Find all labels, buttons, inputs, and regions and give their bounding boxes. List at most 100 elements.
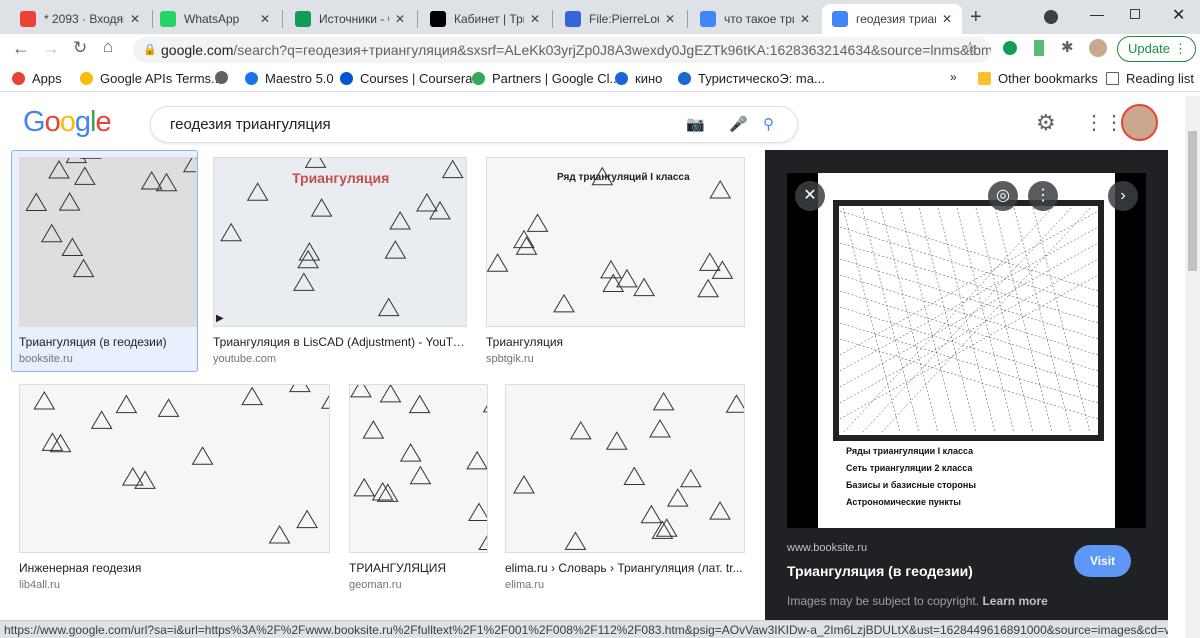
avatar[interactable] <box>1089 39 1107 57</box>
search-input[interactable]: геодезия триангуляция 📷 🎤 ⚲ <box>150 106 798 143</box>
tab[interactable]: Кабинет | Триангуляция✕ <box>420 4 550 34</box>
result-caption[interactable]: elima.ru › Словарь › Триангуляция (лат. … <box>505 561 745 575</box>
close-tab-icon[interactable]: ✕ <box>665 12 675 26</box>
bookmark[interactable]: Partners | Google Cl... <box>472 71 620 86</box>
bookmark[interactable]: кино <box>615 71 662 86</box>
result-thumbnail[interactable] <box>349 384 488 553</box>
new-tab-button[interactable]: + <box>970 6 982 29</box>
legend-entry: Базисы и базисные стороны <box>846 477 1115 494</box>
close-tab-icon[interactable]: ✕ <box>530 12 540 26</box>
settings-icon[interactable]: ⚙ <box>1036 110 1056 136</box>
tab[interactable]: WhatsApp ✕ <box>150 4 280 34</box>
bookmark[interactable]: Maestro 5.0 <box>245 71 334 86</box>
preview-site[interactable]: www.booksite.ru <box>787 542 867 554</box>
bookmark-icon <box>215 71 228 84</box>
play-icon: ▶ <box>216 313 224 324</box>
image-result[interactable]: Триангуляция ▶ Триангуляция в LisCAD (Adju… <box>213 157 467 365</box>
close-tab-icon[interactable]: ✕ <box>800 12 810 26</box>
tab[interactable]: что такое триангуляция✕ <box>690 4 820 34</box>
close-tab-icon[interactable]: ✕ <box>395 12 405 26</box>
triangulation-map-image <box>818 173 1115 443</box>
close-window-button[interactable]: ✕ <box>1172 5 1185 25</box>
other-bookmarks[interactable]: Other bookmarks <box>978 71 1098 86</box>
result-source[interactable]: youtube.com <box>213 353 467 365</box>
bookmark-icon <box>340 72 353 85</box>
result-caption[interactable]: ТРИАНГУЛЯЦИЯ <box>349 561 488 575</box>
bookmark[interactable]: ТуристическоЭ: ma... <box>678 71 825 86</box>
result-thumbnail[interactable] <box>19 157 197 327</box>
learn-more-link[interactable]: Learn more <box>982 594 1047 608</box>
visit-button[interactable]: Visit <box>1074 545 1131 577</box>
result-source[interactable]: lib4all.ru <box>19 579 330 591</box>
result-thumbnail[interactable] <box>19 384 330 553</box>
extension-icon[interactable] <box>1034 40 1044 56</box>
home-icon[interactable]: ⌂ <box>103 37 113 57</box>
bookmark-icon <box>472 72 485 85</box>
more-bookmarks-button[interactable]: » <box>950 70 957 84</box>
bookmark[interactable]: Google APIs Terms... <box>80 71 222 86</box>
tab[interactable]: геодезия триангуляция✕ <box>822 4 962 34</box>
bookmark[interactable]: Courses | Coursera <box>340 71 472 86</box>
image-result[interactable]: elima.ru › Словарь › Триангуляция (лат. … <box>505 384 745 591</box>
star-icon[interactable]: ☆ <box>963 38 977 58</box>
update-button[interactable]: Update ⋮ <box>1117 36 1196 62</box>
restore-button[interactable] <box>1130 9 1140 19</box>
preview-image[interactable]: Ряды триангуляции I класса Сеть триангуля… <box>818 173 1115 528</box>
google-logo[interactable]: Google <box>23 106 111 139</box>
scrollbar[interactable] <box>1185 96 1200 638</box>
tab[interactable]: * 2093 · Входящие✕ <box>10 4 150 34</box>
result-caption[interactable]: Триангуляция <box>486 335 745 349</box>
result-caption[interactable]: Триангуляция в LisCAD (Adjustment) - You… <box>213 335 467 349</box>
image-result[interactable]: Триангуляция (в геодезии) booksite.ru <box>19 157 197 365</box>
reload-icon[interactable]: ↻ <box>73 38 87 58</box>
close-tab-icon[interactable]: ✕ <box>260 12 270 26</box>
mic-icon[interactable]: 🎤 <box>729 107 748 142</box>
tab-separator <box>282 10 283 28</box>
tab-favicon-icon <box>565 11 581 27</box>
lens-icon[interactable]: ◎ <box>988 181 1018 211</box>
tab-favicon-icon <box>295 11 311 27</box>
more-options-icon[interactable]: ⋮ <box>1028 181 1058 211</box>
close-tab-icon[interactable]: ✕ <box>942 12 952 26</box>
extension-icon[interactable] <box>1003 41 1017 55</box>
result-thumbnail[interactable]: Ряд триангуляций I класса <box>486 157 745 327</box>
bookmark-icon <box>80 72 93 85</box>
preview-title[interactable]: Триангуляция (в геодезии) <box>787 563 973 579</box>
account-avatar[interactable] <box>1121 104 1158 141</box>
result-thumbnail[interactable] <box>505 384 745 553</box>
bookmark-icon <box>245 72 258 85</box>
apps-grid-icon[interactable]: ⋮⋮ <box>1084 110 1124 135</box>
bookmark[interactable] <box>215 71 235 84</box>
puzzle-icon[interactable]: ✱ <box>1061 38 1074 56</box>
result-caption[interactable]: Инженерная геодезия <box>19 561 330 575</box>
thumbnail-title: Триангуляция <box>292 170 389 186</box>
tab-favicon-icon <box>832 11 848 27</box>
result-thumbnail[interactable]: Триангуляция ▶ <box>213 157 467 327</box>
bookmark[interactable]: Apps <box>12 71 62 86</box>
result-source[interactable]: booksite.ru <box>19 353 197 365</box>
reading-list[interactable]: Reading list <box>1106 71 1194 86</box>
address-bar[interactable]: 🔒 google.com/search?q=геодезия+триангуляц… <box>133 37 991 63</box>
image-result[interactable]: ТРИАНГУЛЯЦИЯ geoman.ru <box>349 384 488 591</box>
image-result[interactable]: Ряд триангуляций I класса Триангуляция spb… <box>486 157 745 365</box>
next-image-button[interactable]: › <box>1108 181 1138 211</box>
legend-entry: Астрономические пункты <box>846 494 1115 511</box>
back-icon[interactable]: ← <box>12 38 30 59</box>
bookmark-icon <box>678 72 691 85</box>
search-icon[interactable]: ⚲ <box>763 107 774 142</box>
result-source[interactable]: elima.ru <box>505 579 745 591</box>
minimize-button[interactable]: — <box>1090 6 1104 22</box>
tab[interactable]: Источники - Google✕ <box>285 4 415 34</box>
image-result[interactable]: Инженерная геодезия lib4all.ru <box>19 384 330 591</box>
result-source[interactable]: spbtgik.ru <box>486 353 745 365</box>
tab[interactable]: File:PierreLouis✕ <box>555 4 685 34</box>
result-caption[interactable]: Триангуляция (в геодезии) <box>19 335 197 349</box>
tab-search-icon[interactable] <box>1044 10 1058 24</box>
tab-favicon-icon <box>160 11 176 27</box>
result-source[interactable]: geoman.ru <box>349 579 488 591</box>
close-tab-icon[interactable]: ✕ <box>130 12 140 26</box>
forward-icon[interactable]: → <box>42 38 60 59</box>
camera-icon[interactable]: 📷 <box>686 107 705 142</box>
close-preview-button[interactable]: ✕ <box>795 181 825 211</box>
tab-separator <box>687 10 688 28</box>
